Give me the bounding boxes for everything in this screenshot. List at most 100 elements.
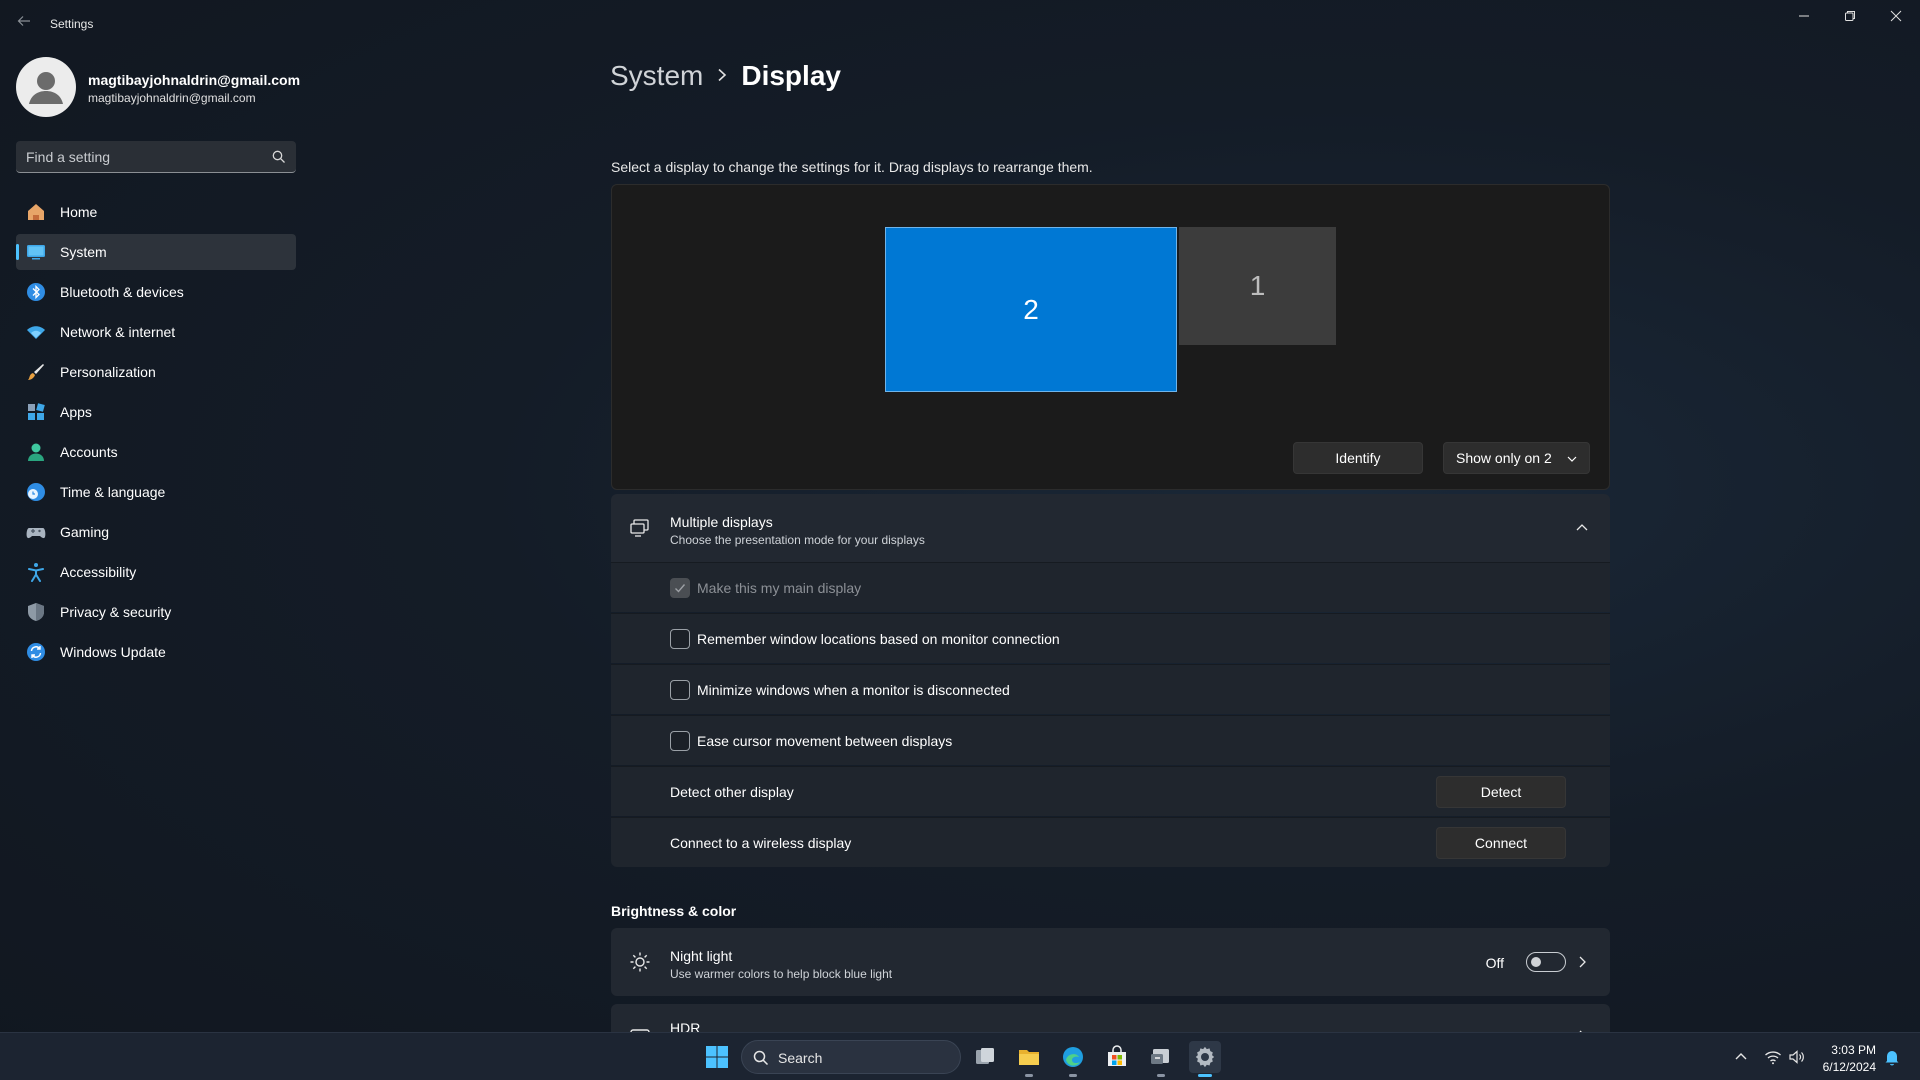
sidebar-item-network[interactable]: Network & internet [16,314,296,350]
minimize-windows-checkbox[interactable] [670,680,690,700]
notification-bell-icon[interactable] [1883,1048,1901,1066]
page-title: Display [741,60,841,91]
sidebar-item-label: Home [60,204,98,220]
mail-app-button[interactable] [1145,1041,1177,1077]
profile-name: magtibayjohnaldrin@gmail.com [88,72,301,88]
night-light-subtitle: Use warmer colors to help block blue lig… [670,967,893,981]
wifi-icon[interactable] [1764,1048,1782,1066]
settings-app-button[interactable] [1189,1041,1221,1077]
sidebar-item-label: Network & internet [60,324,176,340]
avatar [16,57,76,117]
restore-icon [1845,11,1855,21]
accessibility-icon [28,563,44,582]
back-arrow-icon [17,16,30,26]
close-button[interactable] [1873,0,1919,32]
back-button[interactable] [12,12,36,36]
sidebar-item-apps[interactable]: Apps [16,394,296,430]
gear-icon [1195,1046,1215,1068]
main-display-checkbox[interactable] [670,578,690,598]
default-user-icon [29,72,63,104]
multiple-displays-subtitle: Choose the presentation mode for your di… [670,533,925,547]
update-icon [27,643,45,661]
connect-button[interactable]: Connect [1436,827,1566,859]
identify-button[interactable]: Identify [1293,442,1423,474]
sidebar-item-label: Personalization [60,364,156,380]
restore-button[interactable] [1827,0,1873,32]
chevron-right-icon [717,66,727,87]
search-input[interactable] [26,147,256,167]
detect-button[interactable]: Detect [1436,776,1566,808]
checkmark-icon [675,584,686,593]
shield-icon [28,603,44,621]
close-icon [1890,10,1902,22]
sidebar-item-time-language[interactable]: Time & language [16,474,296,510]
file-explorer-button[interactable] [1013,1041,1045,1077]
search-icon[interactable] [272,150,286,164]
multiple-displays-header[interactable]: Multiple displays Choose the presentatio… [611,494,1610,562]
task-view-button[interactable] [969,1041,1001,1073]
toggle-knob [1531,957,1541,967]
night-light-card[interactable]: Night light Use warmer colors to help bl… [611,928,1610,996]
ease-cursor-label: Ease cursor movement between displays [697,733,953,749]
clock-time[interactable]: 3:03 PM [1831,1043,1876,1057]
edge-button[interactable] [1057,1041,1089,1077]
ease-cursor-checkbox[interactable] [670,731,690,751]
wireless-display-label: Connect to a wireless display [670,835,852,851]
apps-icon [28,403,45,420]
sidebar-item-system[interactable]: System [16,234,296,270]
running-indicator [1157,1074,1165,1077]
edge-icon [1063,1047,1083,1067]
brush-icon [28,364,44,380]
start-button[interactable] [701,1041,733,1073]
night-light-title: Night light [670,948,733,964]
sidebar-item-accounts[interactable]: Accounts [16,434,296,470]
chevron-up-icon[interactable] [1732,1048,1750,1066]
sidebar-item-privacy-security[interactable]: Privacy & security [16,594,296,630]
store-button[interactable] [1101,1041,1133,1073]
system-icon [27,245,45,260]
monitor-2-tile[interactable]: 2 [885,227,1177,392]
user-profile[interactable]: magtibayjohnaldrin@gmail.com magtibayjoh… [16,57,300,119]
night-light-toggle[interactable] [1526,952,1566,972]
windows-logo-icon [706,1046,728,1068]
sidebar-item-home[interactable]: Home [16,194,296,230]
option-row: Minimize windows when a monitor is disco… [611,664,1610,714]
clock-date[interactable]: 6/12/2024 [1823,1060,1876,1074]
minimize-button[interactable] [1781,0,1827,32]
sidebar-item-label: Windows Update [60,644,166,660]
chevron-up-icon[interactable] [1576,522,1588,534]
sidebar-item-windows-update[interactable]: Windows Update [16,634,296,670]
minimize-icon [1799,15,1809,17]
main-display-label: Make this my main display [697,580,862,596]
taskbar-search-label: Search [778,1050,823,1066]
brightness-color-heading: Brightness & color [611,903,737,919]
folder-icon [1019,1050,1039,1065]
option-row: Make this my main display [611,562,1610,612]
detect-display-label: Detect other display [670,784,794,800]
sidebar-item-gaming[interactable]: Gaming [16,514,296,550]
sidebar-item-accessibility[interactable]: Accessibility [16,554,296,590]
running-indicator [1069,1074,1077,1077]
chevron-right-icon[interactable] [1576,956,1588,968]
sun-icon [630,952,650,972]
monitor-1-tile[interactable]: 1 [1179,227,1336,345]
display-arrangement-panel: 2 1 Identify Show only on 2 [611,184,1610,490]
multiple-displays-icon [630,519,649,537]
breadcrumb-parent[interactable]: System [610,60,703,92]
night-light-state: Off [1485,955,1504,971]
display-mode-dropdown[interactable]: Show only on 2 [1443,442,1590,474]
globe-clock-icon [27,483,45,501]
person-icon [28,443,44,461]
title-bar: Settings [0,0,1920,48]
volume-icon[interactable] [1788,1048,1806,1066]
settings-search[interactable] [16,141,296,173]
active-indicator [1198,1074,1212,1077]
sidebar-item-bluetooth[interactable]: Bluetooth & devices [16,274,296,310]
taskbar-search[interactable]: Search [741,1040,961,1074]
wifi-icon [27,326,45,339]
search-icon [753,1050,769,1066]
remember-window-locations-checkbox[interactable] [670,629,690,649]
arrangement-instruction: Select a display to change the settings … [611,159,1093,175]
remember-window-locations-label: Remember window locations based on monit… [697,631,1060,647]
sidebar-item-personalization[interactable]: Personalization [16,354,296,390]
